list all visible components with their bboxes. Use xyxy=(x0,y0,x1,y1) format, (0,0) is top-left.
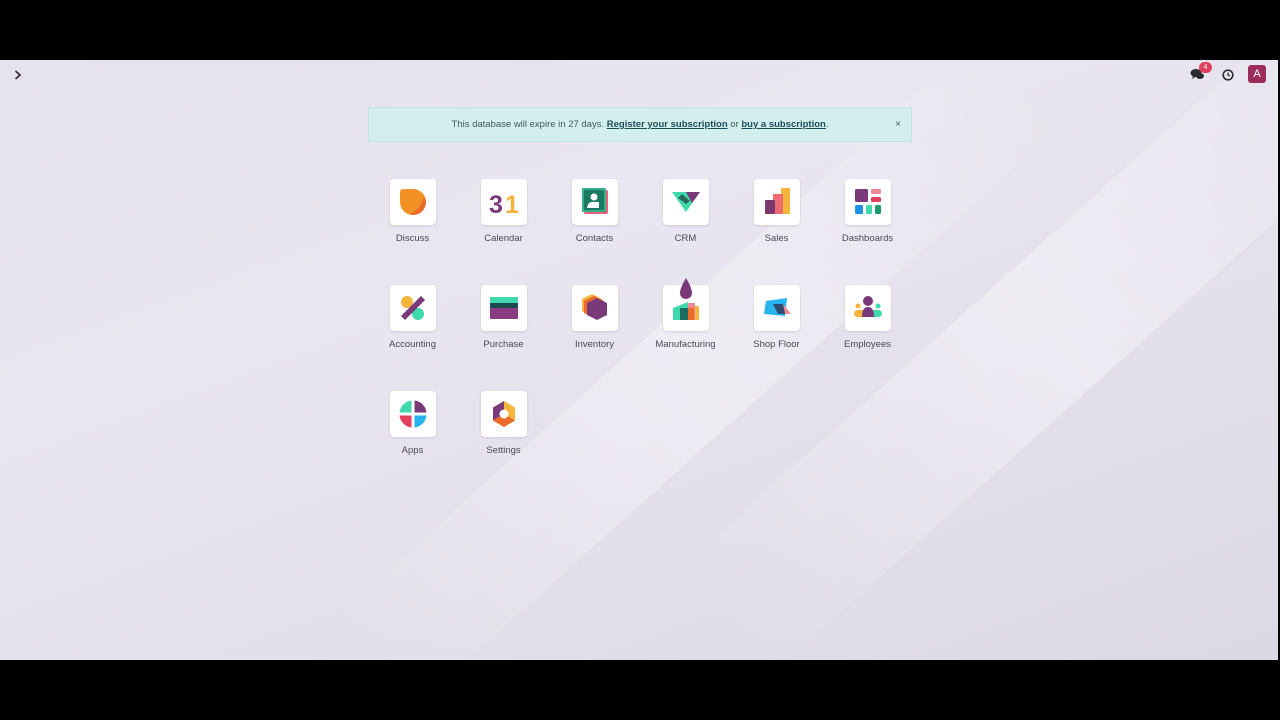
app-manufacturing[interactable]: Manufacturing xyxy=(640,278,731,350)
accounting-icon xyxy=(400,296,425,320)
app-label: Apps xyxy=(401,445,424,456)
shop-floor-icon xyxy=(763,298,791,316)
app-shop-floor[interactable]: Shop Floor xyxy=(731,285,822,350)
home-screen: 4 A This database will expire in 27 days… xyxy=(0,60,1278,660)
app-calendar[interactable]: 31 Calendar xyxy=(458,179,549,244)
banner-or-text: or xyxy=(727,119,742,130)
app-sales[interactable]: Sales xyxy=(731,179,822,244)
app-employees[interactable]: Employees xyxy=(822,285,913,350)
purchase-icon xyxy=(489,297,518,319)
app-crm[interactable]: CRM xyxy=(640,179,731,244)
app-label: Calendar xyxy=(484,233,523,244)
app-label: Dashboards xyxy=(841,233,894,244)
apps-icon xyxy=(399,400,426,428)
banner-end-text: . xyxy=(825,119,829,130)
app-label: Inventory xyxy=(574,339,615,350)
systray: 4 A xyxy=(1190,62,1266,83)
inventory-icon xyxy=(581,294,607,320)
app-label: Shop Floor xyxy=(753,339,800,350)
app-label: CRM xyxy=(674,233,697,244)
sales-icon xyxy=(764,188,790,214)
contacts-icon xyxy=(581,188,608,214)
dashboards-icon xyxy=(854,189,881,214)
navbar: 4 A xyxy=(0,60,1278,90)
settings-icon xyxy=(492,401,515,427)
banner-text: This database will expire in 27 days. xyxy=(451,119,605,130)
app-settings[interactable]: Settings xyxy=(458,391,549,456)
app-label: Manufacturing xyxy=(655,339,716,350)
user-avatar[interactable]: A xyxy=(1248,65,1266,83)
subscription-banner: This database will expire in 27 days. Re… xyxy=(368,107,912,142)
svg-text:1: 1 xyxy=(505,191,519,219)
calendar-icon: 31 xyxy=(489,191,519,219)
app-label: Accounting xyxy=(388,339,436,350)
app-apps[interactable]: Apps xyxy=(367,391,458,456)
chevron-right-icon xyxy=(14,70,22,80)
app-dashboards[interactable]: Dashboards xyxy=(822,179,913,244)
app-label: Sales xyxy=(764,233,789,244)
app-grid: Discuss 31 Calendar Contacts CRM Sales D… xyxy=(367,179,913,456)
close-banner-button[interactable]: × xyxy=(895,119,901,130)
app-contacts[interactable]: Contacts xyxy=(549,179,640,244)
activities-button[interactable] xyxy=(1222,68,1234,81)
app-discuss[interactable]: Discuss xyxy=(367,179,458,244)
svg-text:3: 3 xyxy=(489,191,503,219)
app-inventory[interactable]: Inventory xyxy=(549,285,640,350)
app-label: Employees xyxy=(844,339,891,350)
messages-badge: 4 xyxy=(1199,62,1212,73)
app-accounting[interactable]: Accounting xyxy=(367,285,458,350)
messages-button[interactable]: 4 xyxy=(1190,62,1212,83)
discuss-icon xyxy=(399,189,426,215)
app-label: Purchase xyxy=(483,339,524,350)
crm-icon xyxy=(671,192,700,212)
employees-icon xyxy=(853,296,882,317)
clock-icon xyxy=(1222,69,1234,81)
buy-subscription-link[interactable]: buy a subscription xyxy=(741,119,825,130)
app-label: Discuss xyxy=(395,233,430,244)
manufacturing-icon xyxy=(672,278,699,320)
app-purchase[interactable]: Purchase xyxy=(458,285,549,350)
menu-toggle-button[interactable] xyxy=(10,67,26,83)
register-subscription-link[interactable]: Register your subscription xyxy=(607,119,728,130)
app-label: Contacts xyxy=(575,233,614,244)
app-label: Settings xyxy=(486,445,521,456)
